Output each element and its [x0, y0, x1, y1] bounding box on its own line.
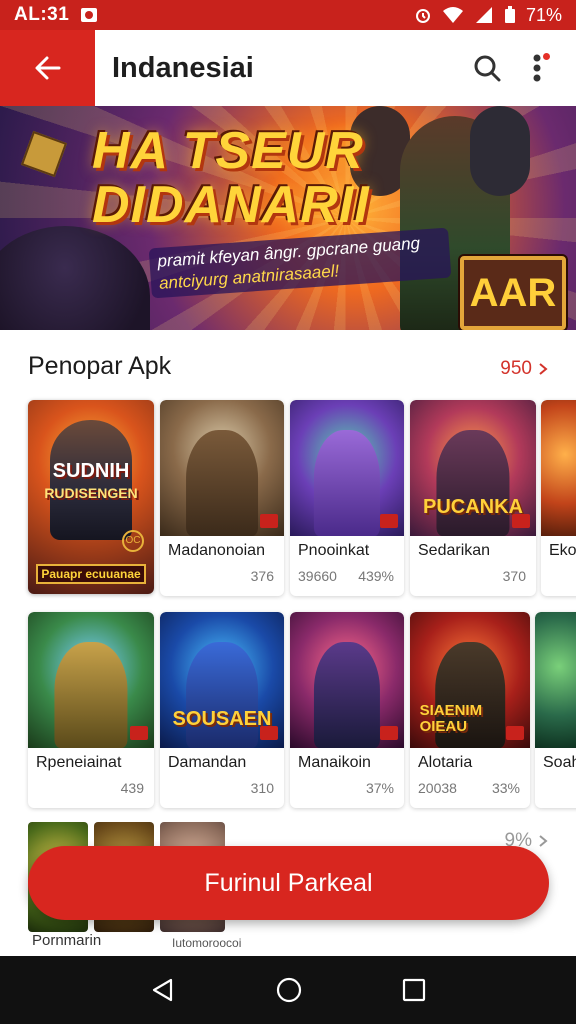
alarm-icon [415, 9, 430, 23]
banner-hero-right [470, 106, 530, 196]
primary-action-button[interactable]: Furinul Parkeal [28, 846, 549, 920]
app-card-name: Madanonoian [168, 542, 265, 559]
banner-badge: AAR [460, 256, 566, 330]
app-card-tag [130, 726, 148, 740]
app-card-meta-left: 39660 [298, 568, 337, 584]
page-title: Indanesiai [112, 51, 254, 84]
featured-logo: SUDNIH RUDISENGEN [34, 460, 148, 504]
notification-icon [81, 8, 98, 22]
app-card[interactable]: Soah [535, 612, 576, 808]
app-card-art [290, 400, 404, 536]
app-card-art [160, 400, 284, 536]
banner-title-line1: HA TSEUR [92, 122, 364, 180]
app-card-tag [380, 726, 398, 740]
app-card[interactable]: Rpeneiainat 439 [28, 612, 154, 808]
featured-app-card[interactable]: SUDNIH RUDISENGEN OC Pauapr ecuuanae [28, 400, 154, 594]
status-bar: AL:31 71% [0, 0, 576, 30]
app-card-meta: 439 [120, 780, 144, 796]
app-card-art: SOUSAEN [160, 612, 284, 748]
nav-back-icon[interactable] [150, 977, 176, 1003]
app-card[interactable]: SIAENIM OIEAU Alotaria 20038 33% [410, 612, 530, 808]
banner-title-line2: DIDANARII [92, 176, 370, 234]
app-card-tag [260, 514, 278, 528]
app-card-name: Ekon [549, 542, 576, 559]
app-card-tag [260, 726, 278, 740]
featured-logo-line2: RUDISENGEN [44, 485, 138, 501]
app-card[interactable]: Manaikoin 37% [290, 612, 404, 808]
app-card-art [28, 612, 154, 748]
app-card[interactable]: Pnooinkat 39660 439% [290, 400, 404, 596]
app-card-art [541, 400, 576, 536]
back-button[interactable] [0, 30, 95, 106]
more-menu-button[interactable] [512, 43, 562, 93]
app-card-art: SIAENIM OIEAU [410, 612, 530, 748]
wifi-icon [442, 7, 463, 23]
app-card-hero [186, 429, 258, 536]
featured-plate: Pauapr ecuuanae [36, 564, 146, 584]
status-icons: 71% [414, 5, 562, 26]
chevron-right-icon [539, 363, 548, 375]
section-more-count: 950 [500, 358, 532, 379]
app-card[interactable]: Ekon [541, 400, 576, 596]
search-button[interactable] [462, 43, 512, 93]
app-card-logo: SOUSAEN [172, 707, 272, 730]
app-card-tag [512, 514, 530, 528]
app-thumb-label: Pornmarin [32, 932, 102, 949]
app-card[interactable]: PUCANKA Sedarikan 370 [410, 400, 536, 596]
app-card-tag [506, 726, 524, 740]
app-card-hero [54, 641, 128, 748]
arrow-left-icon [35, 56, 60, 80]
app-thumb-label: Iutomoroocoi [172, 936, 242, 950]
app-card-name: Alotaria [418, 754, 473, 771]
app-card-name: Rpeneiainat [36, 754, 122, 771]
section-title: Penopar Apk [28, 352, 172, 380]
nav-recents-icon[interactable] [402, 978, 426, 1002]
app-card-meta: 37% [365, 780, 394, 796]
battery-icon [504, 6, 515, 23]
app-card[interactable]: SOUSAEN Damandan 310 [160, 612, 284, 808]
app-card-meta: 370 [502, 568, 526, 584]
notification-dot [541, 51, 552, 62]
app-card-tag [380, 514, 398, 528]
app-bar: Indanesiai [0, 30, 576, 106]
section-more-link[interactable]: 950 [500, 358, 548, 380]
app-card-art [535, 612, 576, 748]
battery-percent: 71% [525, 4, 562, 25]
banner-title: HA TSEUR DIDANARII [92, 124, 382, 232]
app-card-meta: 310 [250, 780, 274, 796]
nav-home-icon[interactable] [275, 976, 303, 1004]
app-card-meta: 439% [358, 568, 394, 584]
app-card-meta: 33% [491, 780, 520, 796]
app-card-art: PUCANKA [410, 400, 536, 536]
app-card-meta-left: 20038 [418, 780, 457, 796]
app-card-art [290, 612, 404, 748]
featured-logo-line1: SUDNIH [52, 460, 130, 482]
app-card-name: Manaikoin [298, 754, 371, 771]
featured-badge: OC [122, 530, 144, 552]
chevron-right-icon [539, 835, 548, 847]
status-time: AL:31 [14, 4, 70, 25]
app-card[interactable]: Madanonoian 376 [160, 400, 284, 596]
system-nav-bar [0, 956, 576, 1024]
app-card-hero [313, 429, 381, 536]
signal-icon [475, 7, 492, 23]
app-card-logo: PUCANKA [423, 495, 523, 518]
app-card-meta: 376 [250, 568, 274, 584]
app-card-name: Damandan [168, 754, 247, 771]
app-card-name: Pnooinkat [298, 542, 370, 559]
app-card-name: Sedarikan [418, 542, 491, 559]
app-card-hero [313, 641, 381, 748]
promo-banner[interactable]: HA TSEUR DIDANARII pramit kfeyan ângr. g… [0, 106, 576, 330]
search-icon [474, 55, 501, 82]
app-card-name: Soah [543, 754, 576, 771]
